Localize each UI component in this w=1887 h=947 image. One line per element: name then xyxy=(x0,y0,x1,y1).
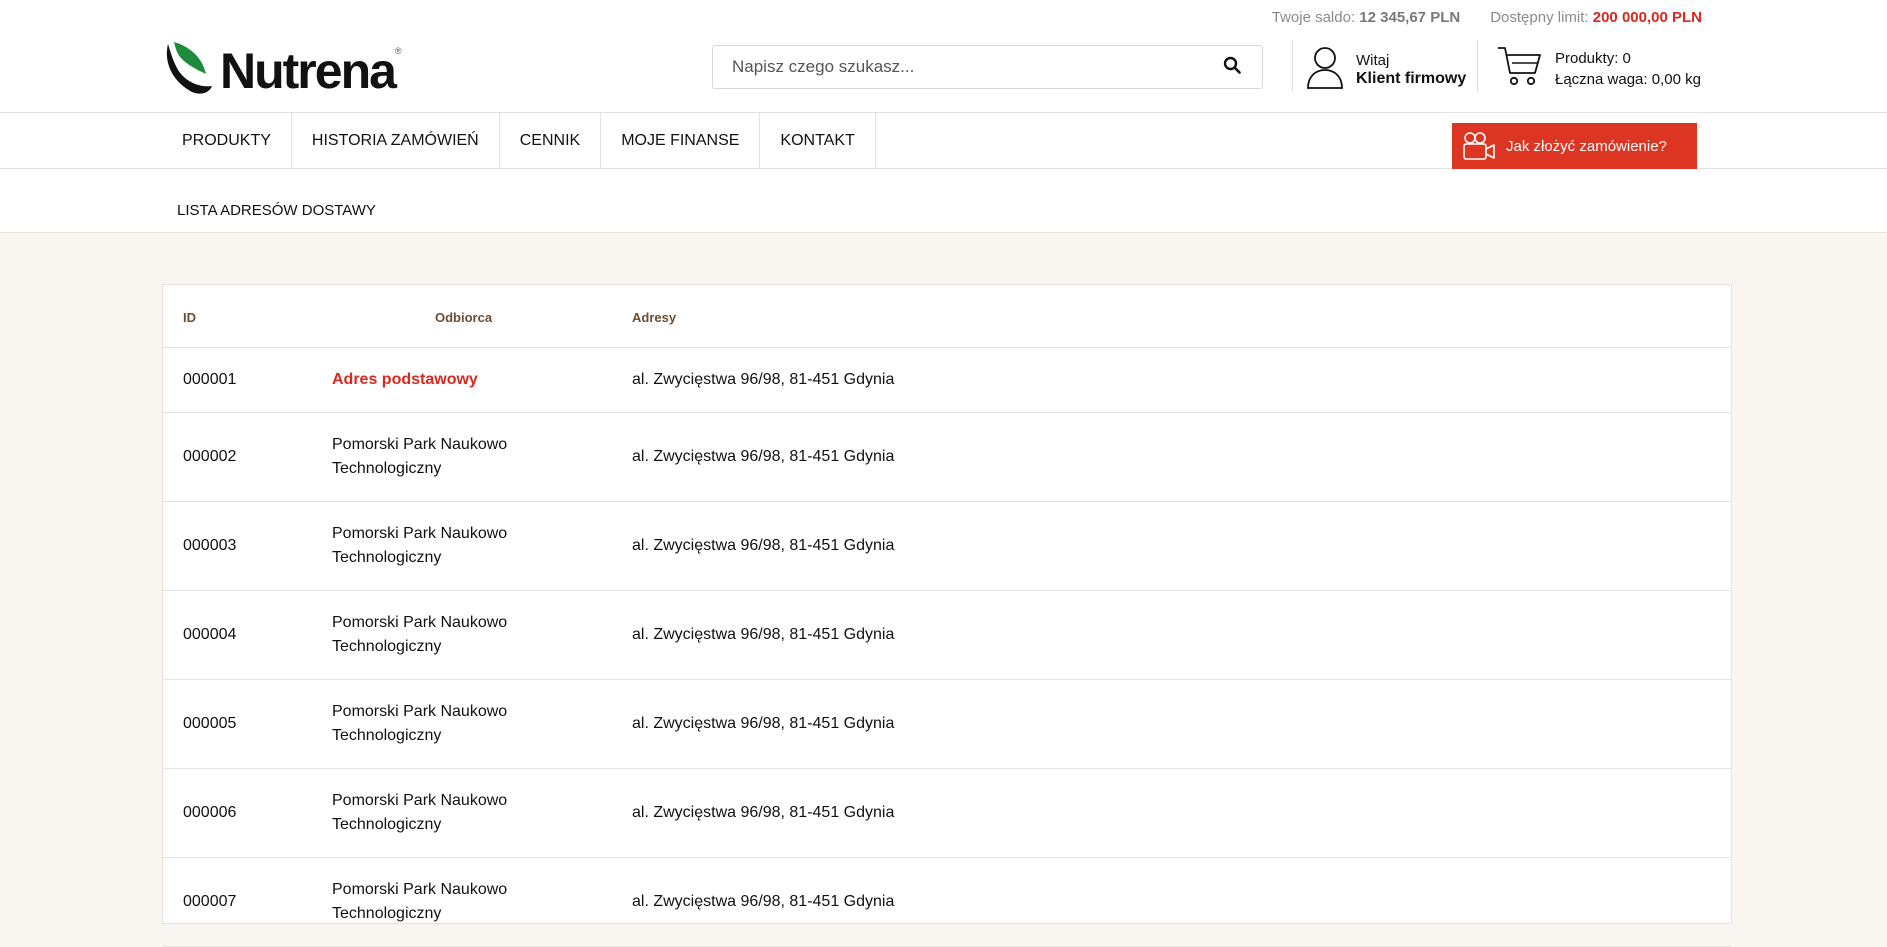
table-header: ID Odbiorca Adresy xyxy=(163,285,1731,348)
recipient-line: Pomorski Park Naukowo xyxy=(332,614,508,631)
cart[interactable]: Produkty: 0 Łączna waga: 0,00 kg xyxy=(1497,45,1701,92)
row-address: al. Zwycięstwa 96/98, 81-451 Gdynia xyxy=(632,626,895,643)
table-row[interactable]: 000004 Pomorski Park Naukowo Technologicz… xyxy=(163,591,1731,680)
nav-item-historia-zamowien[interactable]: HISTORIA ZAMÓWIEŃ xyxy=(292,113,500,169)
page-title-bar: LISTA ADRESÓW DOSTAWY xyxy=(0,169,1887,233)
row-id: 000006 xyxy=(183,804,237,821)
limit-value: 200 000,00 PLN xyxy=(1592,9,1702,26)
user-name: Klient firmowy xyxy=(1356,69,1467,87)
cart-icon xyxy=(1497,45,1543,92)
search-button[interactable] xyxy=(1202,46,1262,88)
cart-text: Produkty: 0 Łączna waga: 0,00 kg xyxy=(1555,48,1701,90)
row-id: 000003 xyxy=(183,537,237,554)
row-id: 000005 xyxy=(183,715,237,732)
row-recipient: Pomorski Park Naukowo Technologiczny xyxy=(332,433,532,481)
row-id: 000002 xyxy=(183,448,237,465)
user-text: Witaj Klient firmowy xyxy=(1356,52,1466,88)
cart-products: Produkty: 0 xyxy=(1555,49,1631,67)
recipient-line: Technologiczny xyxy=(332,638,442,655)
recipient-line: Pomorski Park Naukowo xyxy=(332,703,508,720)
table-row[interactable]: 000003 Pomorski Park Naukowo Technologicz… xyxy=(163,502,1731,591)
saldo-label: Twoje saldo: xyxy=(1271,9,1356,26)
user-greeting: Witaj xyxy=(1356,51,1390,69)
recipient-line: Technologiczny xyxy=(332,460,442,477)
table-row[interactable]: 000005 Pomorski Park Naukowo Technologicz… xyxy=(163,680,1731,769)
saldo-value: 12 345,67 PLN xyxy=(1359,9,1461,26)
search-input[interactable] xyxy=(713,46,1202,88)
leaf-logo-icon xyxy=(162,40,214,101)
row-recipient: Pomorski Park Naukowo Technologiczny xyxy=(332,522,532,570)
divider xyxy=(1477,40,1478,92)
logo[interactable]: Nutrena ® xyxy=(162,40,402,101)
limit-label: Dostępny limit: xyxy=(1490,9,1589,26)
recipient-line: Technologiczny xyxy=(332,905,442,922)
divider xyxy=(1292,40,1293,92)
logo-registered: ® xyxy=(394,46,402,56)
header-address[interactable]: Adresy xyxy=(632,310,676,325)
recipient-line: Pomorski Park Naukowo xyxy=(332,525,508,542)
recipient-line: Pomorski Park Naukowo xyxy=(332,792,508,809)
recipient-line: Technologiczny xyxy=(332,727,442,744)
table-row[interactable]: 000002 Pomorski Park Naukowo Technologicz… xyxy=(163,413,1731,502)
user-icon xyxy=(1306,45,1344,94)
page-title: LISTA ADRESÓW DOSTAWY xyxy=(177,202,376,219)
balance-info: Twoje saldo: 12 345,67 PLN Dostępny limi… xyxy=(1272,9,1702,26)
nav-item-produkty[interactable]: PRODUKTY xyxy=(162,113,292,169)
row-recipient: Pomorski Park Naukowo Technologiczny xyxy=(332,878,532,926)
row-address: al. Zwycięstwa 96/98, 81-451 Gdynia xyxy=(632,893,895,910)
recipient-line: Pomorski Park Naukowo xyxy=(332,436,508,453)
row-address: al. Zwycięstwa 96/98, 81-451 Gdynia xyxy=(632,371,895,388)
header-id[interactable]: ID xyxy=(183,310,196,325)
nav-item-cennik[interactable]: CENNIK xyxy=(500,113,602,169)
row-recipient: Pomorski Park Naukowo Technologiczny xyxy=(332,700,532,748)
table-row[interactable]: 000007 Pomorski Park Naukowo Technologicz… xyxy=(163,858,1731,947)
row-recipient: Pomorski Park Naukowo Technologiczny xyxy=(332,789,532,837)
header-recipient[interactable]: Odbiorca xyxy=(435,310,492,325)
row-address: al. Zwycięstwa 96/98, 81-451 Gdynia xyxy=(632,804,895,821)
cart-weight: Łączna waga: 0,00 kg xyxy=(1555,70,1701,88)
row-id: 000001 xyxy=(183,371,237,388)
recipient-line: Technologiczny xyxy=(332,549,442,566)
top-header: Twoje saldo: 12 345,67 PLN Dostępny limi… xyxy=(0,0,1887,113)
row-recipient: Pomorski Park Naukowo Technologiczny xyxy=(332,611,532,659)
saldo: Twoje saldo: 12 345,67 PLN xyxy=(1272,9,1460,26)
recipient-line: Pomorski Park Naukowo xyxy=(332,881,508,898)
row-address: al. Zwycięstwa 96/98, 81-451 Gdynia xyxy=(632,715,895,732)
table-row[interactable]: 000006 Pomorski Park Naukowo Technologicz… xyxy=(163,769,1731,858)
video-camera-icon xyxy=(1462,131,1496,161)
how-to-order-button[interactable]: Jak złożyć zamówienie? xyxy=(1452,123,1697,169)
user-account[interactable]: Witaj Klient firmowy xyxy=(1306,45,1466,94)
logo-word: Nutrena xyxy=(220,42,397,99)
nav-item-moje-finanse[interactable]: MOJE FINANSE xyxy=(601,113,761,169)
row-recipient: Adres podstawowy xyxy=(332,368,532,392)
search-icon xyxy=(1223,56,1241,79)
row-address: al. Zwycięstwa 96/98, 81-451 Gdynia xyxy=(632,537,895,554)
how-to-order-label: Jak złożyć zamówienie? xyxy=(1506,137,1667,155)
limit: Dostępny limit: 200 000,00 PLN xyxy=(1490,9,1702,26)
nav-item-kontakt[interactable]: KONTAKT xyxy=(760,113,876,169)
search-bar xyxy=(712,45,1263,89)
row-id: 000007 xyxy=(183,893,237,910)
recipient-line: Technologiczny xyxy=(332,816,442,833)
row-id: 000004 xyxy=(183,626,237,643)
recipient-line: Adres podstawowy xyxy=(332,371,478,388)
table-row[interactable]: 000001 Adres podstawowy al. Zwycięstwa 9… xyxy=(163,348,1731,413)
row-address: al. Zwycięstwa 96/98, 81-451 Gdynia xyxy=(632,448,895,465)
addresses-table: ID Odbiorca Adresy 000001 Adres podstawo… xyxy=(162,284,1732,947)
